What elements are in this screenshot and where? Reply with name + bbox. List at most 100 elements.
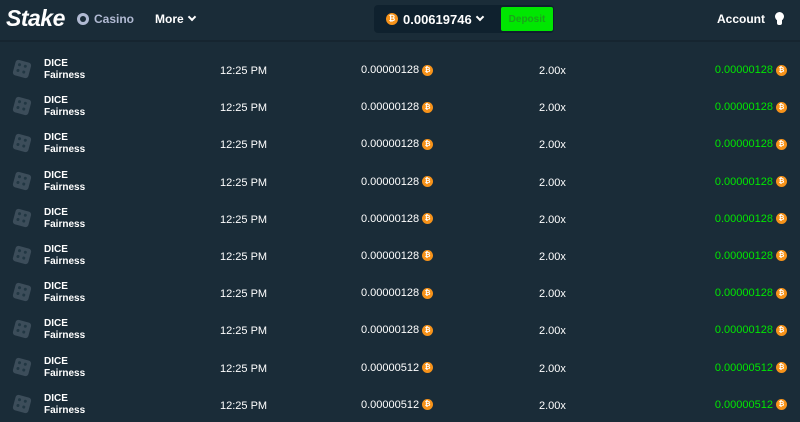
bet-payout-value: 0.00000128 [714,249,773,262]
dice-game-icon[interactable] [12,59,32,79]
fairness-link[interactable]: Fairness [44,182,85,194]
bitcoin-icon: ₿ [776,250,787,262]
nav-casino-label: Casino [94,12,135,26]
table-row: DICE Fairness 12:25 PM 0.00000128 ₿ 2.00x 0.00… [0,275,800,312]
deposit-label: Deposit [508,13,546,25]
bet-time: 12:25 PM [220,325,268,338]
bet-amount-value: 0.00000128 [361,287,420,300]
bitcoin-icon: ₿ [422,399,434,411]
bet-amount: 0.00000128 ₿ [361,138,434,151]
bet-payout: 0.00000512 ₿ [715,399,787,411]
chevron-down-icon [475,12,484,22]
wallet: ₿ 0.00619746 Deposit [374,5,554,33]
fairness-link[interactable]: Fairness [44,219,85,231]
bet-time: 12:25 PM [220,65,268,77]
bet-amount: 0.00000128 ₿ [361,324,434,336]
fairness-link[interactable]: Fairness [44,256,85,268]
wallet-balance-dropdown[interactable]: ₿ 0.00619746 [374,5,501,33]
dice-game-icon[interactable] [12,96,32,116]
game-name-link[interactable]: DICE [44,170,68,182]
game-name-link[interactable]: DICE [44,132,68,144]
wallet-balance: 0.00619746 [403,11,472,27]
bitcoin-icon: ₿ [776,213,787,225]
dice-game-icon[interactable] [12,245,32,265]
bitcoin-icon: ₿ [776,101,787,113]
bitcoin-icon: ₿ [422,64,434,76]
bet-payout-value: 0.00000128 [714,212,773,225]
dice-game-icon[interactable] [12,133,32,154]
bet-payout-value: 0.00000512 [714,398,773,411]
bet-amount-value: 0.00000512 [361,398,420,411]
game-name-link[interactable]: DICE [44,58,68,70]
bitcoin-icon: ₿ [422,287,434,299]
bet-payout-value: 0.00000128 [714,287,773,300]
bitcoin-icon: ₿ [776,176,787,188]
bitcoin-icon: ₿ [776,362,787,373]
bet-payout-value: 0.00000128 [714,138,773,151]
dice-game-icon[interactable] [12,207,32,228]
bet-multiplier: 2.00x [539,362,566,375]
bet-amount: 0.00000128 ₿ [361,64,434,76]
bitcoin-icon: ₿ [776,324,787,336]
bet-payout: 0.00000128 ₿ [715,101,787,113]
bet-amount-value: 0.00000128 [361,138,420,151]
game-name-link[interactable]: DICE [44,281,68,293]
bet-payout-value: 0.00000128 [714,64,773,76]
fairness-link[interactable]: Fairness [44,405,85,417]
bitcoin-icon: ₿ [776,138,787,150]
bitcoin-icon: ₿ [776,287,787,299]
bet-payout-value: 0.00000128 [714,175,773,188]
bitcoin-icon: ₿ [422,324,434,336]
bet-amount: 0.00000128 ₿ [361,213,434,225]
bitcoin-icon: ₿ [386,13,398,25]
game-name-link[interactable]: DICE [44,356,68,368]
bet-time: 12:25 PM [220,250,268,263]
bet-time: 12:25 PM [220,213,268,226]
bet-payout: 0.00000512 ₿ [715,362,787,374]
chevron-down-icon [187,12,196,22]
game-name-link[interactable]: DICE [44,244,68,256]
nav-more-label: More [155,12,184,26]
fairness-link[interactable]: Fairness [44,293,85,305]
nav-more-dropdown[interactable]: More [155,12,196,26]
bet-time: 12:25 PM [220,139,268,152]
dice-game-icon[interactable] [12,319,32,340]
bet-multiplier: 2.00x [539,213,566,226]
bet-multiplier: 2.00x [539,176,566,189]
fairness-link[interactable]: Fairness [44,330,85,342]
deposit-button[interactable]: Deposit [501,7,553,31]
bet-payout: 0.00000128 ₿ [715,176,787,188]
game-name-link[interactable]: DICE [44,207,68,219]
bet-amount-value: 0.00000128 [361,175,420,188]
game-name-link[interactable]: DICE [44,318,68,330]
account-button[interactable]: Account [717,12,765,26]
bet-multiplier: 2.00x [539,399,566,412]
bets-table: DICE Fairness 12:25 PM 0.00000128 ₿ 2.00x 0.00… [0,52,800,422]
fairness-link[interactable]: Fairness [44,70,85,82]
game-name-link[interactable]: DICE [44,95,68,107]
bet-amount: 0.00000128 ₿ [361,101,434,114]
bet-amount-value: 0.00000128 [361,101,420,114]
fairness-link[interactable]: Fairness [44,107,85,119]
notifications-bulb-icon[interactable] [775,12,784,26]
bitcoin-icon: ₿ [422,101,434,113]
bet-time: 12:25 PM [220,399,268,412]
bet-time: 12:25 PM [220,288,268,301]
table-row: DICE Fairness 12:25 PM 0.00000128 ₿ 2.00x 0.00… [0,164,800,201]
bet-payout: 0.00000128 ₿ [715,213,787,225]
table-row: DICE Fairness 12:25 PM 0.00000512 ₿ 2.00x 0.00… [0,387,800,422]
stake-logo[interactable]: Stake [6,5,65,32]
fairness-link[interactable]: Fairness [44,368,85,380]
table-row: DICE Fairness 12:25 PM 0.00000128 ₿ 2.00x 0.00… [0,312,800,349]
dice-game-icon[interactable] [12,356,32,377]
fairness-link[interactable]: Fairness [44,144,85,156]
dice-game-icon[interactable] [12,170,32,191]
nav-casino[interactable]: Casino [77,12,134,26]
dice-game-icon[interactable] [12,282,32,302]
game-name-link[interactable]: DICE [44,393,68,405]
bet-amount-value: 0.00000128 [361,249,420,262]
table-row: DICE Fairness 12:25 PM 0.00000128 ₿ 2.00x 0.00… [0,238,800,275]
bet-payout: 0.00000128 ₿ [715,250,787,262]
bitcoin-icon: ₿ [422,362,434,373]
dice-game-icon[interactable] [12,393,32,414]
